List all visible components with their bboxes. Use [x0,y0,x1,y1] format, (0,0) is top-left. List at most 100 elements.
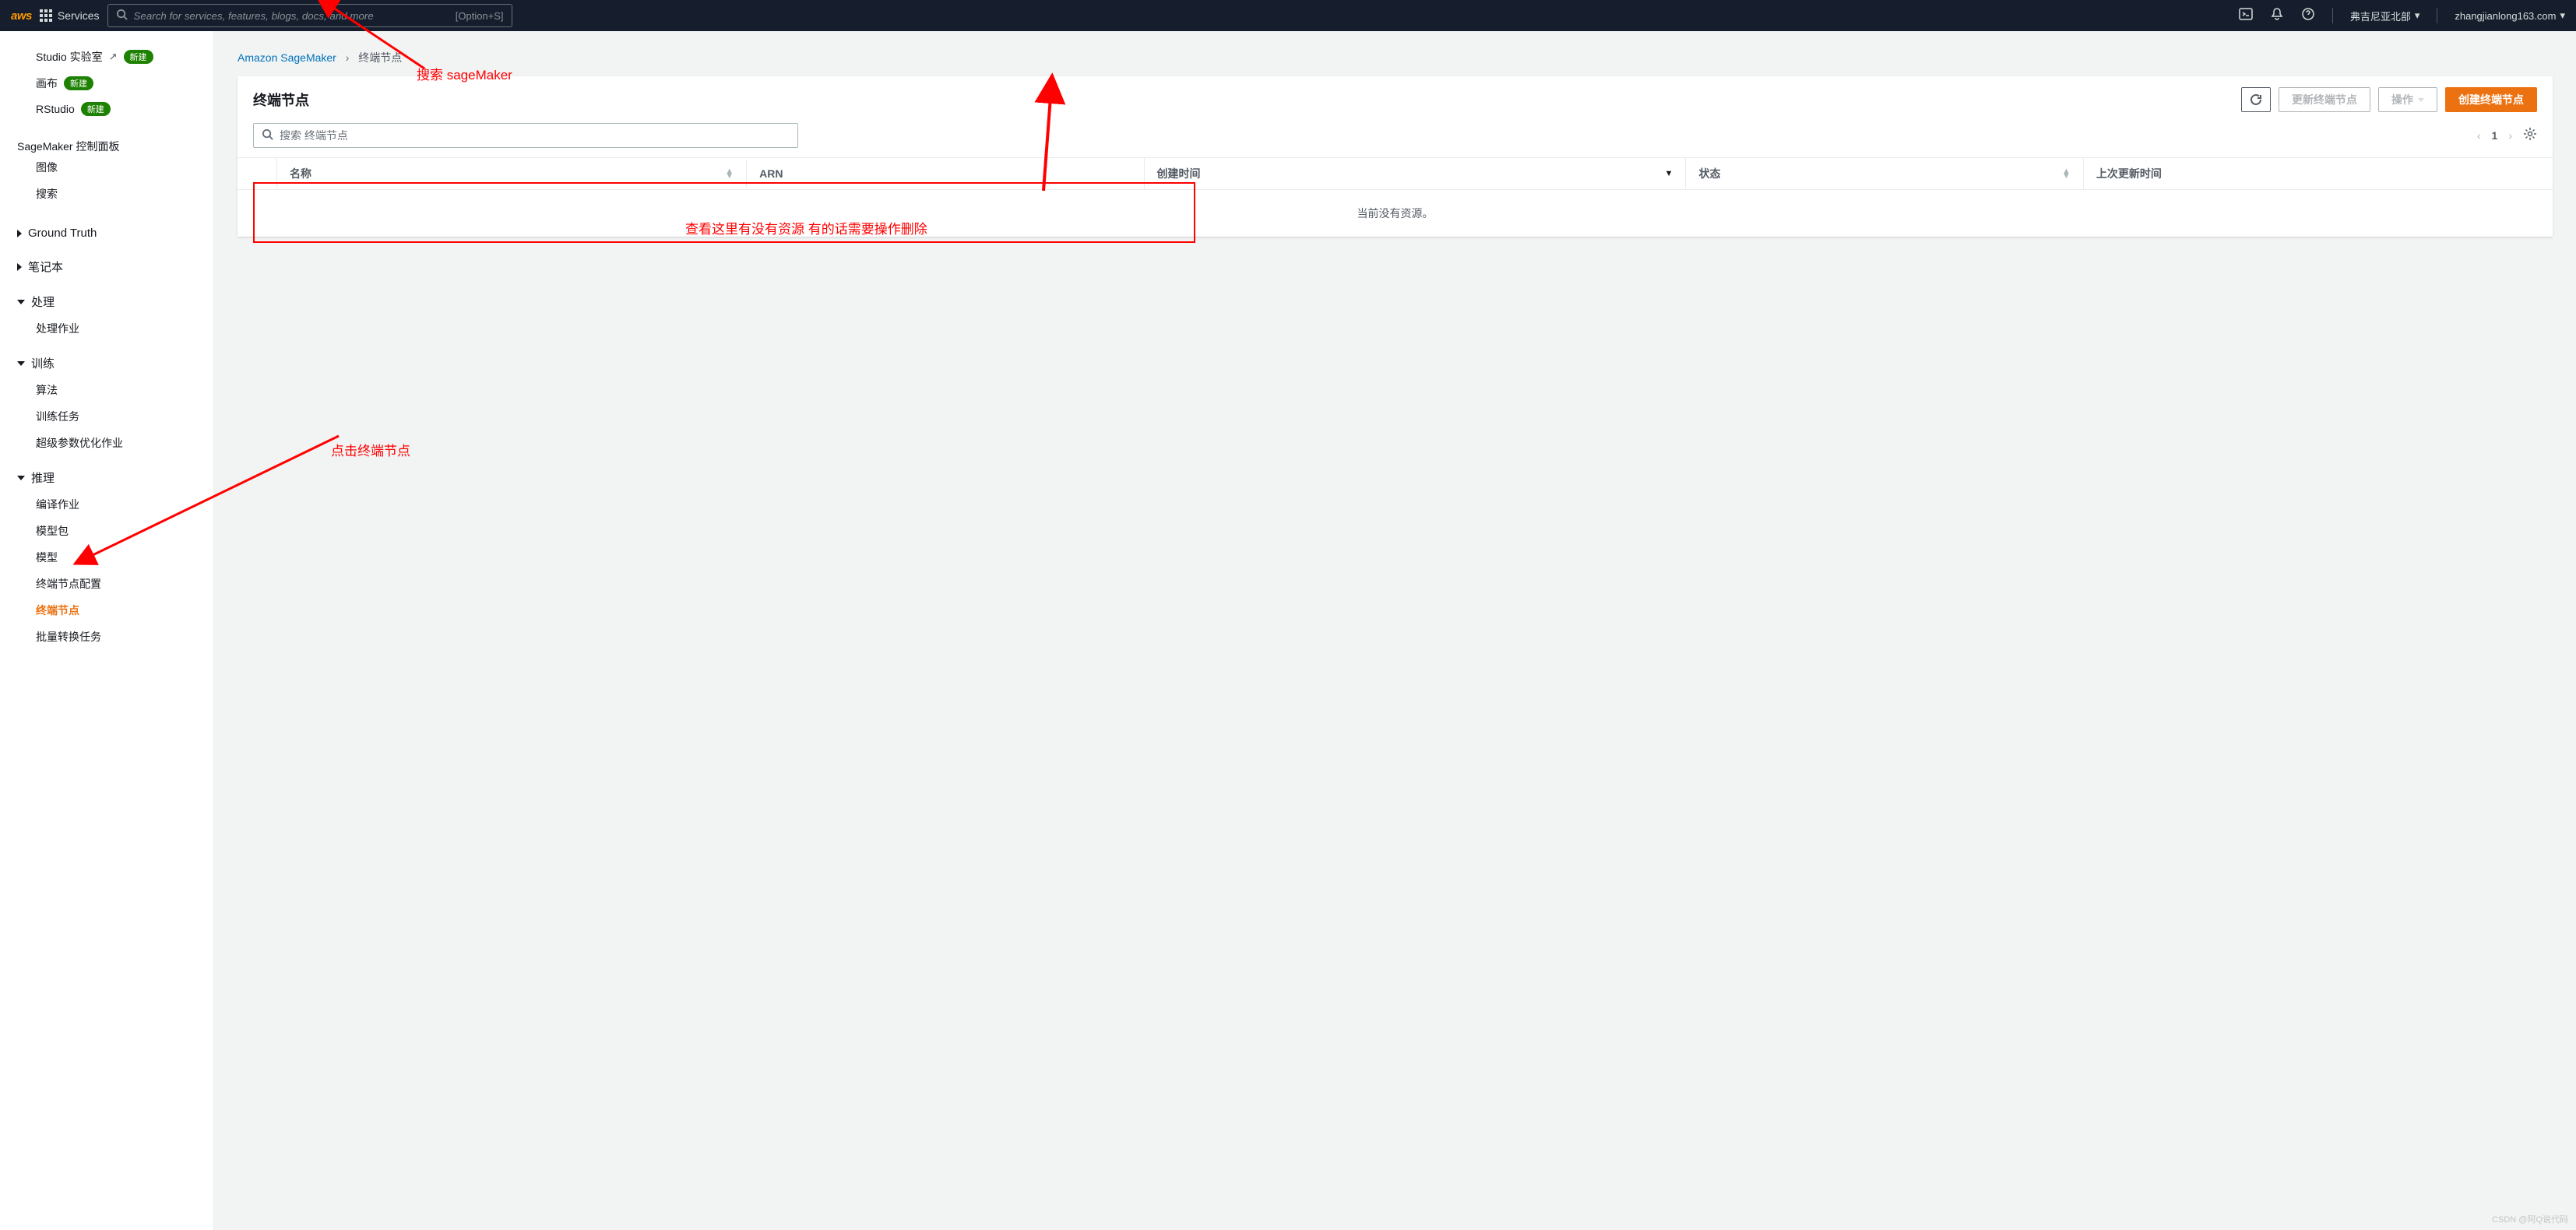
table-empty-message: 当前没有资源。 [238,190,2553,237]
region-selector[interactable]: 弗吉尼亚北部 ▾ [2350,9,2420,23]
endpoints-panel: 终端节点 更新终端节点 操作 创建终端节点 [238,76,2553,237]
region-label: 弗吉尼亚北部 [2350,9,2411,23]
table-header-select [238,166,276,181]
sidebar-section-label: 处理 [31,293,55,310]
sidebar-item-label: 图像 [36,160,58,175]
notifications-icon[interactable] [2270,7,2284,25]
sidebar-item-studio-lab[interactable]: Studio 实验室 ↗ 新建 [17,44,213,70]
caret-down-icon [17,300,25,304]
sidebar-item-algorithms[interactable]: 算法 [17,377,213,403]
sidebar-item-hyperparam-jobs[interactable]: 超级参数优化作业 [17,430,213,456]
sidebar-section-processing[interactable]: 处理 [17,288,213,315]
table-header-name[interactable]: 名称 ▲▼ [276,158,746,189]
services-label: Services [58,9,100,22]
sidebar-item-label: 训练任务 [36,409,79,424]
aws-logo-icon: aws [11,9,32,23]
sidebar-item-models[interactable]: 模型 [17,544,213,571]
main-content: Amazon SageMaker › 终端节点 终端节点 更新终端节点 操作 [214,31,2576,1230]
table-header-arn[interactable]: ARN [746,160,1143,188]
sort-icon: ▲▼ [725,169,734,178]
page-prev-button[interactable]: ‹ [2477,129,2481,142]
top-nav: aws Services [Option+S] 弗吉尼亚北部 ▾ zhangji… [0,0,2576,31]
pagination: ‹ 1 › [2477,127,2537,145]
chevron-down-icon [2418,98,2424,102]
sidebar-section-training[interactable]: 训练 [17,350,213,377]
search-icon [116,9,128,23]
sort-icon: ▲▼ [2062,169,2071,178]
refresh-button[interactable] [2241,87,2271,112]
sidebar-item-compile-jobs[interactable]: 编译作业 [17,491,213,518]
endpoints-table: 名称 ▲▼ ARN 创建时间 ▼ 状态 ▲▼ 上次更新时 [238,157,2553,237]
page-next-button[interactable]: › [2508,129,2512,142]
sidebar-item-canvas[interactable]: 画布 新建 [17,70,213,97]
actions-dropdown-button[interactable]: 操作 [2378,87,2437,112]
sidebar-item-endpoints[interactable]: 终端节点 [17,597,213,624]
sidebar-item-images[interactable]: 图像 [17,154,213,181]
chevron-down-icon: ▾ [2560,9,2565,22]
watermark: CSDN @阿Q说代码 [2492,1213,2568,1225]
new-badge: 新建 [124,50,153,64]
create-endpoint-button[interactable]: 创建终端节点 [2445,87,2537,112]
sidebar-item-label: 终端节点配置 [36,576,101,592]
sidebar: Studio 实验室 ↗ 新建 画布 新建 RStudio 新建 SageMak… [0,31,214,1230]
sidebar-item-label: 处理作业 [36,321,79,336]
sidebar-section-inference[interactable]: 推理 [17,464,213,491]
column-label: 名称 [290,166,311,181]
caret-down-icon [17,361,25,366]
services-menu[interactable]: Services [40,9,100,22]
panel-title: 终端节点 [253,90,309,110]
breadcrumb-root[interactable]: Amazon SageMaker [238,51,336,64]
cloudshell-icon[interactable] [2239,7,2253,25]
table-header-row: 名称 ▲▼ ARN 创建时间 ▼ 状态 ▲▼ 上次更新时 [238,158,2553,190]
sidebar-heading-control-panel[interactable]: SageMaker 控制面板 [17,139,213,154]
sidebar-item-processing-jobs[interactable]: 处理作业 [17,315,213,342]
sidebar-section-label: 推理 [31,469,55,486]
user-menu[interactable]: zhangjianlong163.com ▾ [2455,9,2565,22]
gear-icon [2523,127,2537,141]
chevron-down-icon: ▾ [2415,9,2420,22]
table-search[interactable] [253,123,798,148]
table-header-created[interactable]: 创建时间 ▼ [1144,158,1686,189]
sidebar-section-ground-truth[interactable]: Ground Truth [17,221,213,245]
global-search-input[interactable] [134,10,449,22]
global-search[interactable]: [Option+S] [107,4,512,27]
table-header-updated[interactable]: 上次更新时间 [2083,158,2553,189]
button-label: 更新终端节点 [2292,92,2357,107]
new-badge: 新建 [64,76,93,90]
sidebar-item-rstudio[interactable]: RStudio 新建 [17,97,213,121]
sidebar-section-notebook[interactable]: 笔记本 [17,253,213,280]
sidebar-item-training-jobs[interactable]: 训练任务 [17,403,213,430]
help-icon[interactable] [2301,7,2315,25]
sidebar-section-label: 笔记本 [28,258,63,275]
sidebar-item-label: 模型 [36,550,58,565]
table-header-status[interactable]: 状态 ▲▼ [1685,158,2082,189]
sidebar-item-search[interactable]: 搜索 [17,181,213,207]
sidebar-section-label: Ground Truth [28,227,97,240]
sidebar-item-model-packages[interactable]: 模型包 [17,518,213,544]
breadcrumb: Amazon SageMaker › 终端节点 [238,50,2553,65]
sidebar-item-batch-transform[interactable]: 批量转换任务 [17,624,213,650]
settings-button[interactable] [2523,127,2537,145]
caret-right-icon [17,263,22,271]
sidebar-item-label: 模型包 [36,523,69,539]
button-label: 操作 [2391,92,2413,107]
annotation-text-click-endpoint: 点击终端节点 [331,440,410,459]
sidebar-item-label: 画布 [36,76,58,91]
caret-down-icon [17,476,25,480]
sidebar-item-endpoint-config[interactable]: 终端节点配置 [17,571,213,597]
column-label: 状态 [1698,166,1720,181]
search-icon [262,128,273,142]
breadcrumb-separator-icon: › [346,51,350,64]
sidebar-item-label: 搜索 [36,186,58,202]
sidebar-item-label: 编译作业 [36,497,79,512]
search-shortcut-label: [Option+S] [456,10,504,22]
sort-icon: ▼ [1665,171,1673,176]
sidebar-item-label: RStudio [36,103,75,115]
page-number: 1 [2492,129,2498,142]
column-label: 上次更新时间 [2096,166,2162,181]
sidebar-item-label: 超级参数优化作业 [36,435,123,451]
update-endpoint-button[interactable]: 更新终端节点 [2279,87,2370,112]
divider [2332,8,2333,23]
table-search-input[interactable] [280,129,790,142]
sidebar-item-label: Studio 实验室 [36,49,103,65]
